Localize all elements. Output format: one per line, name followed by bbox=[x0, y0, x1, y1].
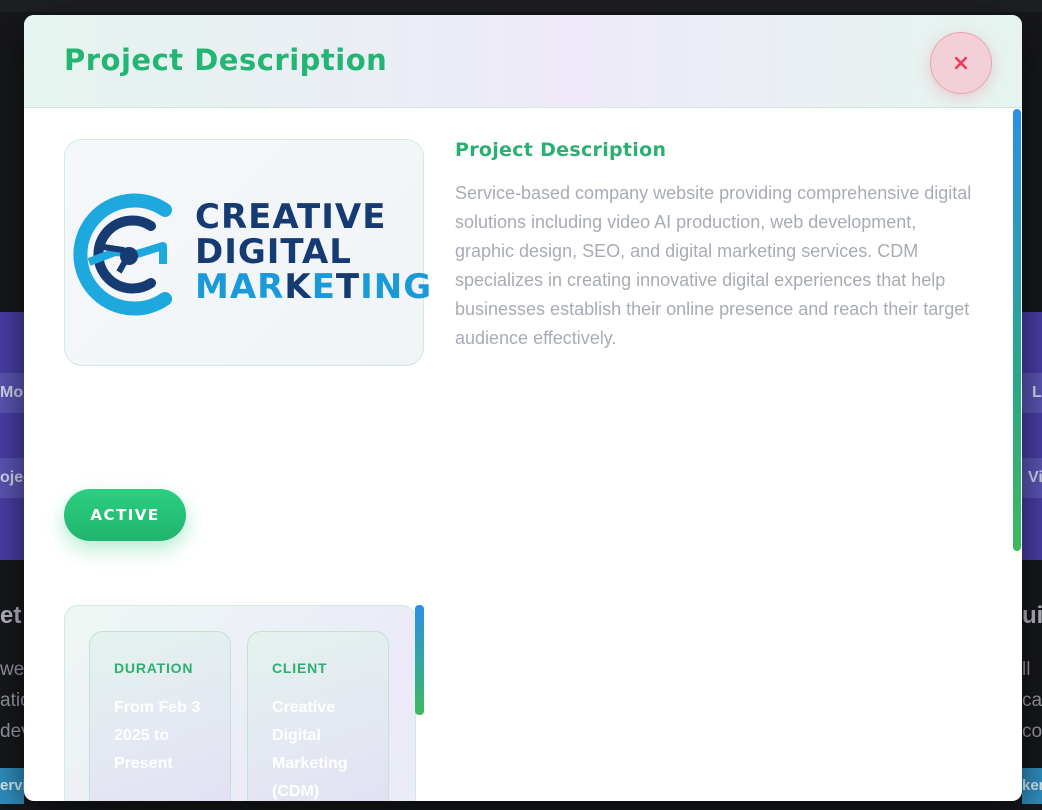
background-text: web bbox=[0, 659, 24, 680]
logo-segment: ING bbox=[360, 267, 433, 307]
logo-wordmark: CREATIVE DIGITAL MARKETING bbox=[195, 200, 432, 305]
description-heading: Project Description bbox=[455, 139, 667, 161]
logo-line: DIGITAL bbox=[195, 232, 352, 272]
duration-card: DURATION From Feb 3 2025 to Present bbox=[89, 631, 231, 801]
project-logo-card: CREATIVE DIGITAL MARKETING bbox=[64, 139, 431, 366]
close-button[interactable]: × bbox=[930, 32, 992, 94]
background-row-text: L bbox=[1032, 384, 1042, 401]
background-row-text: More bbox=[0, 384, 24, 401]
cdm-logo-icon bbox=[73, 193, 172, 316]
background-text: ca bbox=[1022, 690, 1042, 711]
modal-scrollbar[interactable] bbox=[1013, 109, 1021, 551]
background-card-left bbox=[0, 312, 24, 560]
status-badge: ACTIVE bbox=[64, 489, 186, 541]
client-label: CLIENT bbox=[272, 660, 328, 676]
background-title: et bbox=[0, 602, 22, 629]
description-text: Service-based company website providing … bbox=[455, 183, 972, 348]
background-text: ll bbox=[1022, 659, 1031, 680]
background-row-text: Vi bbox=[1028, 469, 1042, 486]
background-pill: ker bbox=[1022, 768, 1042, 804]
project-modal: Project Description × CREATIVE DIGITAL M… bbox=[24, 15, 1022, 801]
duration-value: From Feb 3 2025 to Present bbox=[114, 699, 201, 772]
background-row-label: L bbox=[1022, 373, 1042, 413]
background-pill: ervi bbox=[0, 768, 24, 804]
modal-header: Project Description × bbox=[24, 15, 1022, 108]
background-row-label: More bbox=[0, 373, 24, 413]
modal-title: Project Description bbox=[64, 43, 388, 77]
logo-segment: K bbox=[284, 267, 312, 307]
logo-segment: E bbox=[311, 267, 336, 307]
client-card: CLIENT Creative Digital Marketing (CDM) bbox=[247, 631, 389, 801]
background-text: co bbox=[1022, 721, 1042, 742]
background-title: ui bbox=[1022, 602, 1042, 629]
background-card-right bbox=[1022, 312, 1042, 560]
close-icon: × bbox=[951, 50, 971, 76]
details-scrollbar[interactable] bbox=[415, 605, 424, 715]
logo-line: MARKETING bbox=[195, 270, 432, 305]
background-row-label: Vi bbox=[1022, 458, 1042, 498]
logo-segment: T bbox=[335, 267, 361, 307]
logo-segment: MAR bbox=[195, 267, 285, 307]
logo-line: CREATIVE bbox=[195, 197, 387, 237]
project-details-panel: DURATION From Feb 3 2025 to Present CLIE… bbox=[64, 605, 416, 801]
background-text: ation bbox=[0, 690, 24, 711]
background-topbar bbox=[0, 0, 1042, 12]
background-row-label: oject bbox=[0, 458, 24, 498]
client-value: Creative Digital Marketing (CDM) bbox=[272, 699, 348, 800]
background-text: devel bbox=[0, 721, 24, 742]
duration-label: DURATION bbox=[114, 660, 194, 676]
background-row-text: oject bbox=[0, 469, 24, 486]
